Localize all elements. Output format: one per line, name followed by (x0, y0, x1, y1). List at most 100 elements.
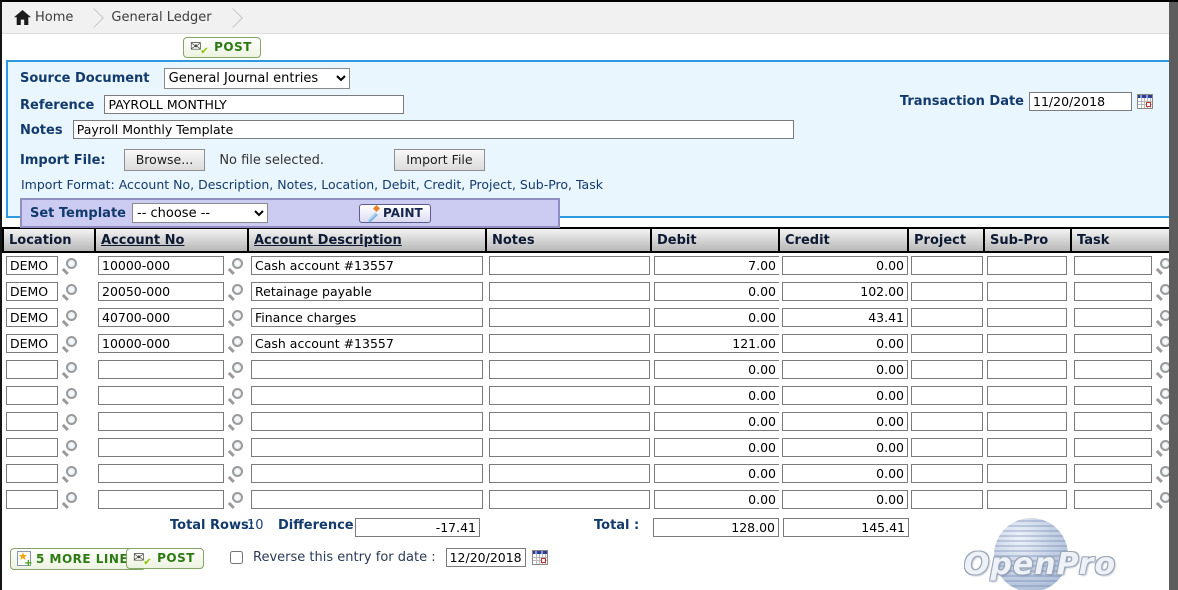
location-input[interactable] (6, 386, 58, 405)
account-no-input[interactable] (98, 386, 224, 405)
task-input[interactable] (1074, 412, 1152, 431)
sub-pro-input[interactable] (987, 438, 1067, 457)
location-input[interactable] (6, 282, 58, 301)
post-button-top[interactable]: ✉✔ POST (183, 37, 261, 58)
line-notes-input[interactable] (489, 360, 650, 379)
line-notes-input[interactable] (489, 334, 650, 353)
breadcrumb-section[interactable]: General Ledger (111, 10, 211, 25)
location-input[interactable] (6, 334, 58, 353)
magnifier-icon[interactable] (62, 414, 78, 430)
difference-input[interactable] (355, 518, 480, 537)
account-no-input[interactable] (98, 256, 224, 275)
account-no-input[interactable] (98, 490, 224, 509)
sub-pro-input[interactable] (987, 490, 1067, 509)
account-description-input[interactable] (251, 282, 483, 301)
task-input[interactable] (1074, 464, 1152, 483)
account-description-input[interactable] (251, 308, 483, 327)
account-no-input[interactable] (98, 308, 224, 327)
project-input[interactable] (911, 334, 983, 353)
magnifier-icon[interactable] (228, 440, 244, 456)
line-notes-input[interactable] (489, 490, 650, 509)
sub-pro-input[interactable] (987, 464, 1067, 483)
reverse-date-input[interactable] (446, 548, 526, 567)
credit-input[interactable] (782, 282, 908, 301)
magnifier-icon[interactable] (228, 492, 244, 508)
magnifier-icon[interactable] (228, 284, 244, 300)
project-input[interactable] (911, 360, 983, 379)
credit-input[interactable] (782, 334, 908, 353)
location-input[interactable] (6, 308, 58, 327)
sub-pro-input[interactable] (987, 360, 1067, 379)
account-no-input[interactable] (98, 334, 224, 353)
paint-button[interactable]: PAINT (359, 204, 431, 223)
sub-pro-input[interactable] (987, 256, 1067, 275)
set-template-select[interactable]: -- choose -- (132, 203, 268, 223)
location-input[interactable] (6, 490, 58, 509)
total-debit-input[interactable] (653, 518, 779, 537)
header-account-no[interactable]: Account No (95, 228, 248, 252)
line-notes-input[interactable] (489, 256, 650, 275)
account-description-input[interactable] (251, 256, 483, 275)
magnifier-icon[interactable] (228, 258, 244, 274)
project-input[interactable] (911, 412, 983, 431)
magnifier-icon[interactable] (228, 388, 244, 404)
project-input[interactable] (911, 308, 983, 327)
line-notes-input[interactable] (489, 308, 650, 327)
location-input[interactable] (6, 412, 58, 431)
account-no-input[interactable] (98, 282, 224, 301)
magnifier-icon[interactable] (62, 388, 78, 404)
account-description-input[interactable] (251, 386, 483, 405)
line-notes-input[interactable] (489, 464, 650, 483)
notes-input[interactable] (73, 120, 794, 139)
total-credit-input[interactable] (783, 518, 909, 537)
debit-input[interactable] (654, 490, 779, 509)
line-notes-input[interactable] (489, 412, 650, 431)
sub-pro-input[interactable] (987, 334, 1067, 353)
project-input[interactable] (911, 282, 983, 301)
location-input[interactable] (6, 438, 58, 457)
calendar-icon[interactable] (532, 550, 548, 565)
task-input[interactable] (1074, 386, 1152, 405)
breadcrumb-home[interactable]: Home (35, 10, 73, 25)
project-input[interactable] (911, 256, 983, 275)
line-notes-input[interactable] (489, 282, 650, 301)
account-description-input[interactable] (251, 412, 483, 431)
browse-button[interactable]: Browse... (124, 149, 205, 171)
credit-input[interactable] (782, 412, 908, 431)
magnifier-icon[interactable] (62, 258, 78, 274)
debit-input[interactable] (654, 282, 779, 301)
task-input[interactable] (1074, 282, 1152, 301)
magnifier-icon[interactable] (62, 284, 78, 300)
magnifier-icon[interactable] (62, 362, 78, 378)
task-input[interactable] (1074, 334, 1152, 353)
transaction-date-input[interactable] (1029, 92, 1132, 111)
account-description-input[interactable] (251, 438, 483, 457)
credit-input[interactable] (782, 308, 908, 327)
sub-pro-input[interactable] (987, 386, 1067, 405)
debit-input[interactable] (654, 360, 779, 379)
account-no-input[interactable] (98, 438, 224, 457)
task-input[interactable] (1074, 308, 1152, 327)
debit-input[interactable] (654, 334, 779, 353)
magnifier-icon[interactable] (62, 336, 78, 352)
magnifier-icon[interactable] (228, 362, 244, 378)
credit-input[interactable] (782, 386, 908, 405)
task-input[interactable] (1074, 490, 1152, 509)
magnifier-icon[interactable] (62, 310, 78, 326)
location-input[interactable] (6, 464, 58, 483)
account-description-input[interactable] (251, 360, 483, 379)
line-notes-input[interactable] (489, 386, 650, 405)
sub-pro-input[interactable] (987, 282, 1067, 301)
credit-input[interactable] (782, 256, 908, 275)
task-input[interactable] (1074, 256, 1152, 275)
account-no-input[interactable] (98, 464, 224, 483)
source-document-select[interactable]: General Journal entries (164, 68, 350, 89)
project-input[interactable] (911, 490, 983, 509)
debit-input[interactable] (654, 308, 779, 327)
credit-input[interactable] (782, 360, 908, 379)
debit-input[interactable] (654, 386, 779, 405)
account-no-input[interactable] (98, 412, 224, 431)
reference-input[interactable] (104, 95, 404, 114)
magnifier-icon[interactable] (62, 492, 78, 508)
account-description-input[interactable] (251, 334, 483, 353)
